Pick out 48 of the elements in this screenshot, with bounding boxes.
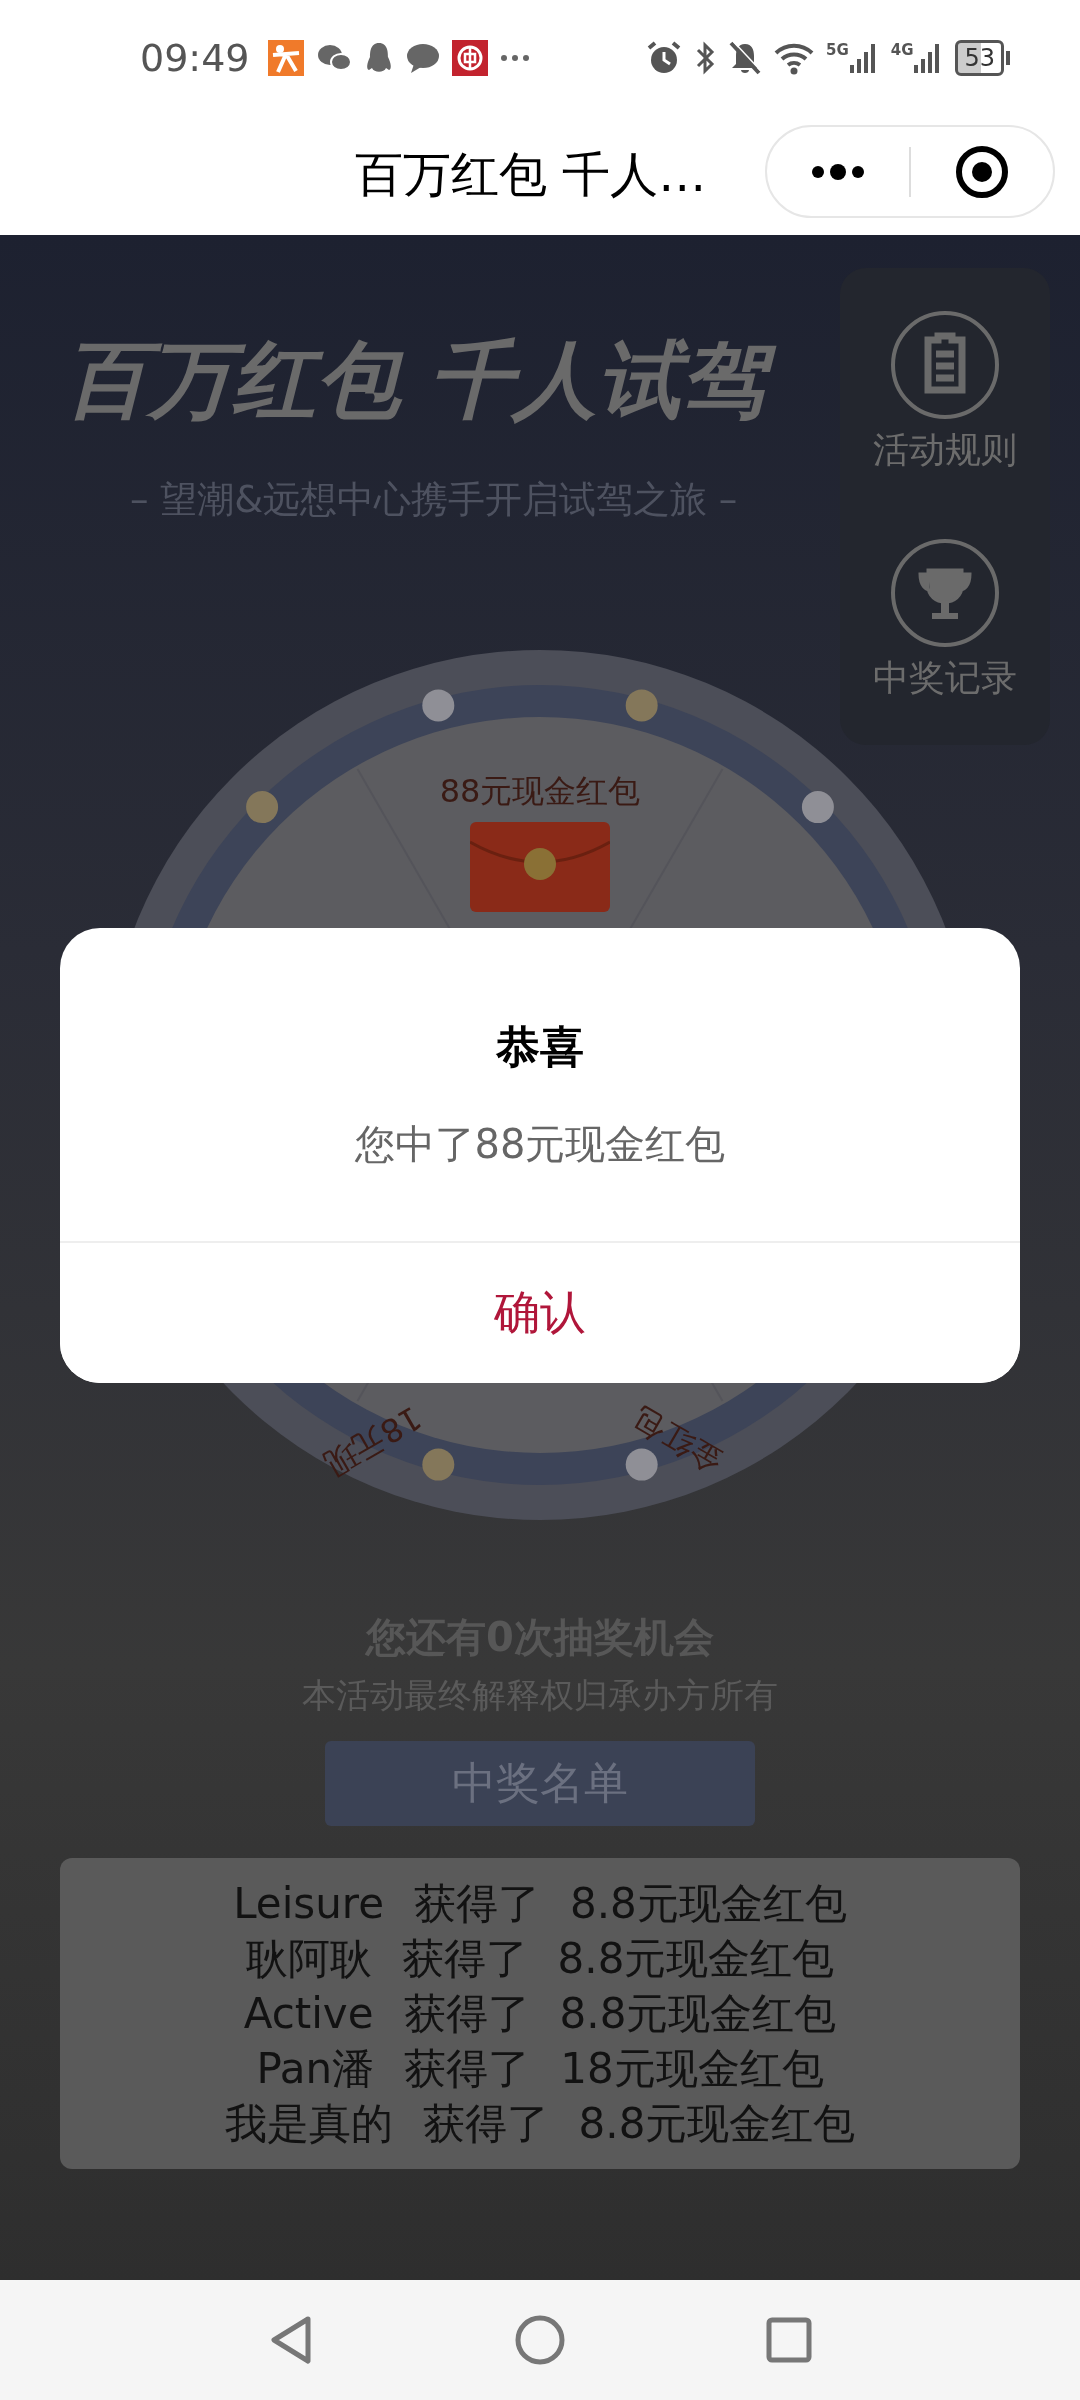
bank-logo-icon: [451, 39, 488, 76]
home-icon: [514, 2314, 566, 2366]
battery-tip: [1006, 50, 1010, 65]
side-menu-item[interactable]: 活动规则: [873, 309, 1017, 475]
winner-action: 获得了: [403, 1988, 530, 2040]
back-icon: [268, 2315, 314, 2365]
envelope-icon: [470, 822, 610, 912]
trophy-icon: [890, 538, 1000, 649]
prize-label: 88元现金红包: [438, 771, 642, 812]
clipboard-icon: [890, 309, 1000, 420]
side-menu-label: 活动规则: [873, 427, 1017, 472]
square-icon: [766, 2317, 812, 2363]
clock-time: 09:49: [140, 35, 250, 80]
prize-label: 金红包: [625, 1399, 730, 1484]
winner-prize: 8.8元现金红包: [570, 1878, 847, 1930]
winner-action: 获得了: [422, 2098, 549, 2150]
network-type-label: 4G: [890, 42, 914, 58]
side-menu-item[interactable]: 中奖记录: [873, 538, 1017, 704]
person-app-icon: [267, 39, 304, 76]
back-button[interactable]: [268, 2315, 314, 2365]
alarm-clock-icon: [645, 39, 682, 76]
banner-title: 百万红包 千人试驾: [60, 325, 790, 435]
dialog-message: 您中了88元现金红包: [353, 1120, 727, 1169]
network-type-label: 5G: [825, 42, 849, 58]
home-button[interactable]: [514, 2314, 566, 2366]
muted-bell-icon: [727, 39, 762, 76]
more-dots-icon: [499, 53, 530, 62]
side-menu-label: 中奖记录: [873, 656, 1017, 701]
winner-action: 获得了: [404, 2043, 531, 2095]
confirm-button[interactable]: 确认: [60, 1241, 1020, 1383]
battery-level: 53: [955, 39, 1004, 76]
dialog-title: 恭喜: [495, 1020, 585, 1074]
winner-prize: 8.8元现金红包: [559, 1988, 837, 2040]
winner-action: 获得了: [401, 1933, 528, 1985]
winner-prize: 8.8元现金红包: [557, 1933, 835, 1985]
message-bubble-icon: [405, 41, 440, 74]
winner-name: Pan潘: [256, 2043, 375, 2095]
recent-apps-button[interactable]: [766, 2317, 812, 2363]
winner-name: 耿阿耿: [245, 1933, 372, 1985]
winner-prize: 8.8元现金红包: [578, 2098, 856, 2150]
page-title: 百万红包 千人…: [355, 145, 707, 204]
winner-prize: 18元现金红包: [560, 2043, 824, 2095]
winner-action: 获得了: [414, 1878, 541, 1930]
winner-name: Leisure: [233, 1878, 385, 1930]
target-icon: [954, 143, 1010, 200]
winner-name: Active: [243, 1988, 374, 2040]
prize-label: 18元现: [317, 1397, 429, 1486]
winner-name: 我是真的: [224, 2098, 393, 2150]
